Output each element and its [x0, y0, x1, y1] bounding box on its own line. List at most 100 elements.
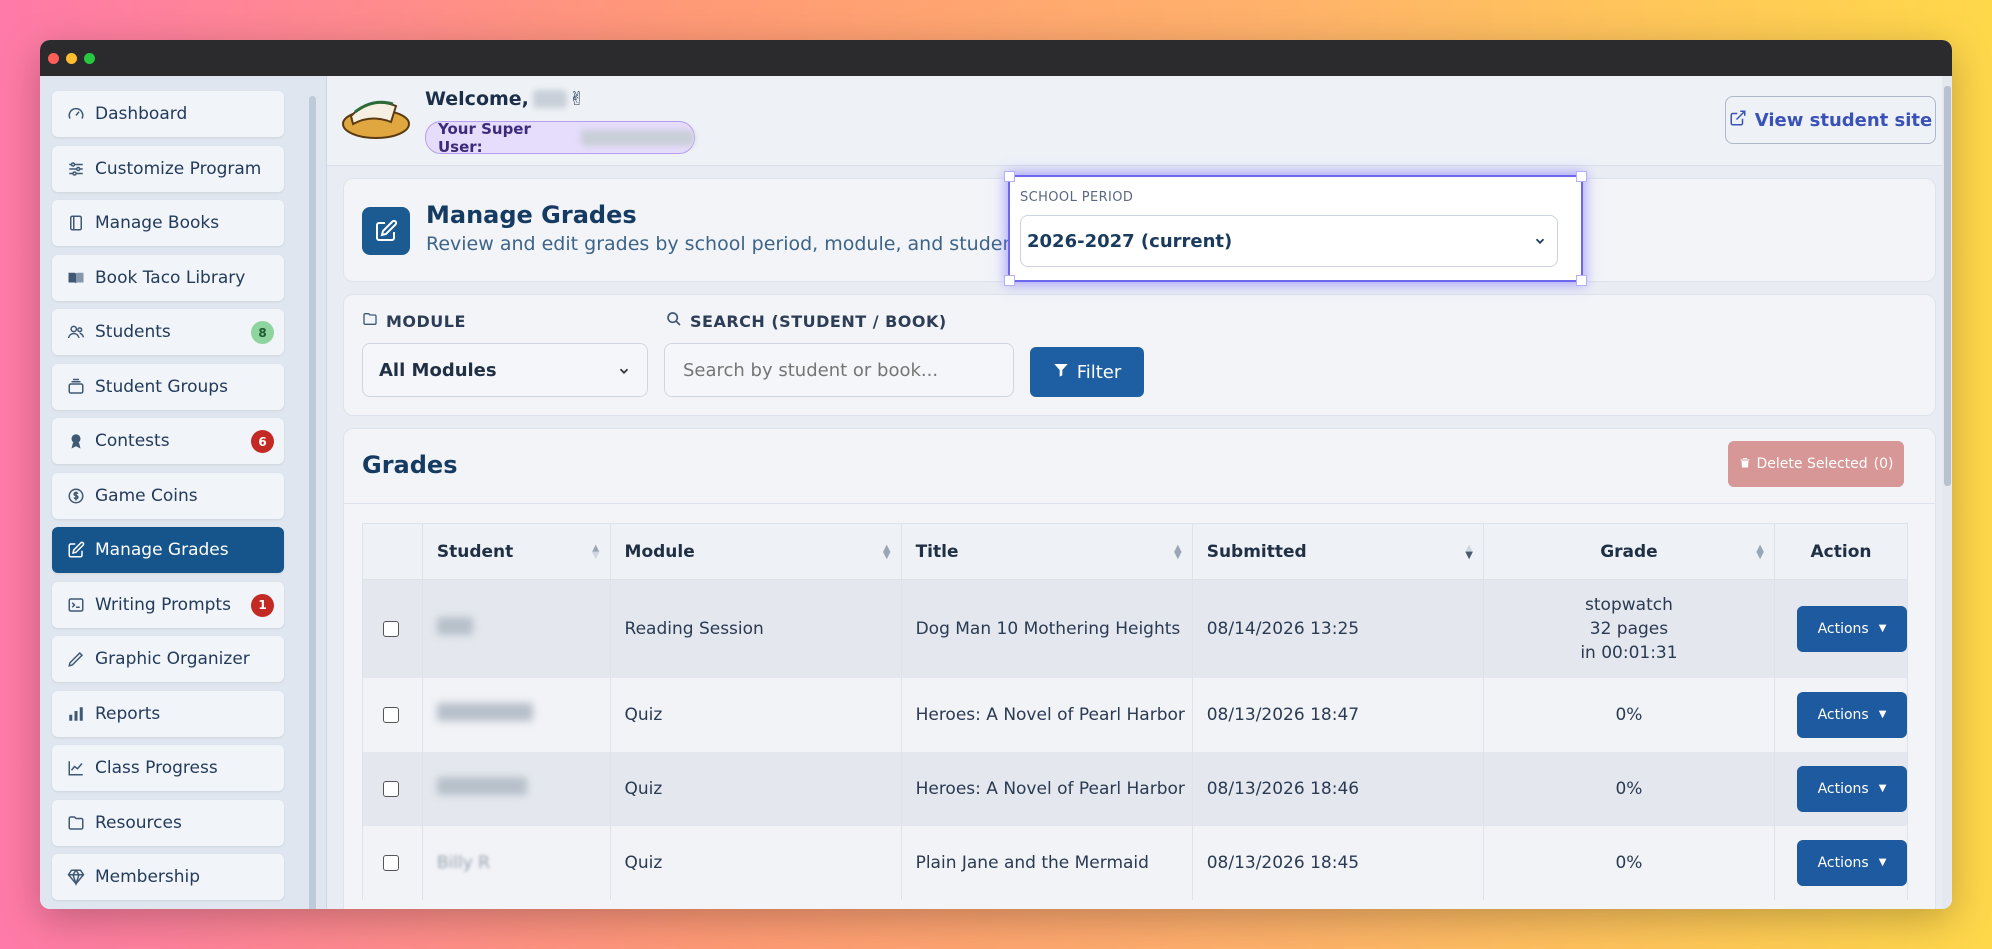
maximize-window-button[interactable] — [84, 53, 95, 64]
row-select-cell — [362, 825, 423, 900]
contests-count-badge: 6 — [251, 430, 274, 453]
diamond-icon — [66, 867, 86, 887]
actions-dropdown-button[interactable]: Actions ▼ — [1797, 839, 1907, 886]
grade-cell: 0% — [1482, 677, 1776, 752]
grade-line: in 00:01:31 — [1580, 642, 1678, 663]
chevron-down-icon — [617, 362, 631, 383]
sidebar-item-reports[interactable]: Reports — [52, 690, 284, 737]
trash-icon — [1739, 456, 1751, 473]
column-header-grade[interactable]: Grade ▲ ▼ — [1482, 523, 1776, 580]
grade-line: stopwatch — [1585, 594, 1673, 615]
minimize-window-button[interactable] — [66, 53, 77, 64]
sidebar-item-book-taco-library[interactable]: Book Taco Library — [52, 254, 284, 301]
action-cell: Actions ▼ — [1774, 825, 1908, 900]
row-checkbox[interactable] — [383, 706, 399, 723]
actions-dropdown-button[interactable]: Actions ▼ — [1797, 691, 1907, 738]
search-filter-label: SEARCH (STUDENT / BOOK) — [666, 311, 947, 331]
sidebar-item-label: Students — [95, 322, 171, 342]
sidebar-item-manage-grades[interactable]: Manage Grades — [52, 527, 284, 573]
sidebar-item-label: Book Taco Library — [95, 267, 246, 288]
close-window-button[interactable] — [48, 53, 59, 64]
actions-dropdown-button[interactable]: Actions ▼ — [1797, 605, 1907, 652]
sidebar-scrollbar[interactable] — [309, 96, 316, 909]
sidebar-item-label: Graphic Organizer — [95, 649, 250, 669]
sidebar-item-resources[interactable]: Resources — [52, 799, 284, 846]
resize-handle[interactable] — [1004, 275, 1015, 286]
sidebar-item-students[interactable]: Students 8 — [52, 309, 284, 355]
grades-title: Grades — [362, 451, 458, 479]
grade-cell: stopwatch 32 pages in 00:01:31 — [1482, 579, 1776, 678]
column-header-label: Student — [436, 541, 514, 562]
sort-asc-icon: ▲ ▼ — [591, 543, 600, 561]
column-header-module[interactable]: Module ▲ ▼ — [609, 523, 902, 580]
student-cell — [421, 579, 611, 678]
sidebar-item-student-groups[interactable]: Student Groups — [52, 363, 284, 410]
taco-logo-icon — [341, 94, 411, 140]
module-filter-label: MODULE — [362, 311, 466, 331]
divider — [344, 503, 1935, 504]
user-name-redacted — [532, 90, 567, 108]
main-content: Welcome, ✌ Your Super User: View student… — [327, 76, 1952, 909]
sidebar-item-label: Contests — [95, 431, 170, 451]
column-header-label: Module — [624, 541, 695, 562]
row-select-cell — [362, 751, 423, 826]
sort-icon: ▲ ▼ — [1174, 543, 1182, 561]
sidebar-item-game-coins[interactable]: Game Coins — [52, 472, 284, 519]
sidebar-item-class-progress[interactable]: Class Progress — [52, 745, 284, 791]
resize-handle[interactable] — [1576, 275, 1587, 286]
column-header-submitted[interactable]: Submitted ▲ ▼ — [1191, 523, 1484, 580]
main-scrollbar[interactable] — [1942, 76, 1952, 909]
module-cell: Quiz — [609, 751, 902, 826]
view-student-site-button[interactable]: View student site — [1725, 96, 1936, 144]
sidebar-item-writing-prompts[interactable]: Writing Prompts 1 — [52, 581, 284, 628]
module-select[interactable]: All Modules — [362, 343, 648, 397]
edit-icon — [66, 540, 86, 560]
coin-icon — [66, 486, 86, 506]
sidebar-item-graphic-organizer[interactable]: Graphic Organizer — [52, 636, 284, 682]
sort-desc-icon: ▲ ▼ — [1465, 543, 1473, 561]
row-select-cell — [362, 677, 423, 752]
grades-table: Student ▲ ▼ Module ▲ ▼ Title ▲ ▼ Submitted ▲ ▼ G… — [362, 523, 1908, 900]
student-name: Billy R — [436, 852, 490, 873]
sidebar-item-dashboard[interactable]: Dashboard — [52, 91, 284, 137]
filter-button-label: Filter — [1076, 361, 1122, 383]
resize-handle[interactable] — [1576, 171, 1587, 182]
sidebar-item-membership[interactable]: Membership — [52, 854, 284, 900]
caret-down-icon: ▼ — [1878, 709, 1887, 720]
school-period-panel: SCHOOL PERIOD 2026-2027 (current) — [1004, 171, 1587, 286]
module-cell: Quiz — [609, 825, 902, 900]
actions-label: Actions — [1817, 706, 1869, 723]
column-header-student[interactable]: Student ▲ ▼ — [421, 523, 611, 580]
actions-dropdown-button[interactable]: Actions ▼ — [1797, 765, 1907, 812]
sidebar-item-customize-program[interactable]: Customize Program — [52, 145, 284, 192]
sidebar-item-label: Customize Program — [95, 158, 262, 179]
resize-handle[interactable] — [1004, 171, 1015, 182]
sidebar-item-contests[interactable]: Contests 6 — [52, 418, 284, 464]
row-checkbox[interactable] — [383, 854, 399, 871]
title-cell: Dog Man 10 Mothering Heights — [900, 579, 1193, 678]
school-period-select[interactable]: 2026-2027 (current) — [1020, 215, 1558, 267]
sidebar: Dashboard Customize Program Manage Books… — [40, 76, 327, 909]
layers-icon — [66, 377, 86, 397]
action-cell: Actions ▼ — [1774, 677, 1908, 752]
column-header-title[interactable]: Title ▲ ▼ — [900, 523, 1193, 580]
sidebar-item-label: Reports — [95, 703, 161, 724]
grade-line: 32 pages — [1589, 618, 1669, 639]
welcome-label: Welcome, — [425, 88, 529, 110]
sidebar-item-label: Game Coins — [95, 485, 198, 506]
search-input[interactable] — [664, 343, 1014, 397]
school-period-label: SCHOOL PERIOD — [1020, 190, 1134, 205]
student-name-redacted — [436, 777, 527, 795]
chevron-down-icon — [1533, 232, 1547, 253]
filter-button[interactable]: Filter — [1030, 347, 1144, 397]
delete-selected-button[interactable]: Delete Selected (0) — [1728, 441, 1904, 487]
row-select-cell — [362, 579, 423, 678]
actions-label: Actions — [1817, 854, 1869, 871]
sidebar-item-manage-books[interactable]: Manage Books — [52, 200, 284, 246]
external-link-icon — [1729, 109, 1747, 132]
column-header-label: Title — [915, 541, 959, 562]
main-scrollbar-thumb[interactable] — [1944, 86, 1951, 486]
row-checkbox[interactable] — [383, 780, 399, 797]
row-checkbox[interactable] — [383, 620, 399, 637]
sidebar-item-label: Dashboard — [95, 104, 188, 124]
